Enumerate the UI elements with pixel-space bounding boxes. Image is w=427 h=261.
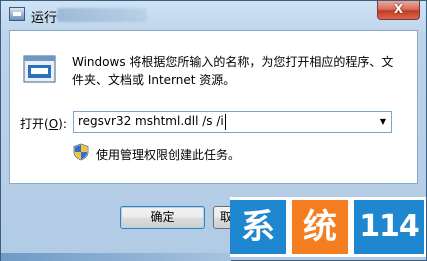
open-label-suffix: ): xyxy=(58,117,67,131)
open-label-prefix: 打开( xyxy=(20,117,49,131)
dialog-content-panel: Windows 将根据您所输入的名称，为您打开相应的程序、文件夹、文档或 Int… xyxy=(9,30,418,184)
run-dialog-window: 运行 X Windows 将根据您所输入的名称，为您打开相应的程序、文件夹、文档… xyxy=(0,0,427,261)
admin-privileges-note: 使用管理权限创建此任务。 xyxy=(96,148,241,162)
command-input[interactable]: regsvr32 mshtml.dll /s /i xyxy=(78,114,224,128)
dropdown-arrow-icon[interactable]: ▼ xyxy=(375,112,391,132)
text-caret xyxy=(225,114,226,130)
watermark-number: 114 xyxy=(354,200,424,254)
run-window-icon xyxy=(23,55,56,83)
dialog-description: Windows 将根据您所输入的名称，为您打开相应的程序、文件夹、文档或 Int… xyxy=(72,55,394,87)
watermark-char-1: 系 xyxy=(230,200,286,254)
close-button[interactable]: X xyxy=(377,1,420,20)
command-combobox[interactable]: regsvr32 mshtml.dll /s /i ▼ xyxy=(73,111,392,133)
watermark-char-2: 统 xyxy=(292,200,348,254)
background-strip xyxy=(1,253,231,261)
window-title: 运行 xyxy=(31,11,58,26)
uac-shield-icon xyxy=(73,143,89,161)
open-label-accelerator: O xyxy=(48,117,59,131)
blurred-title-area xyxy=(57,8,147,22)
open-label: 打开(O): xyxy=(20,115,67,132)
title-bar[interactable]: 运行 X xyxy=(1,1,426,29)
ok-button[interactable]: 确定 xyxy=(120,206,205,229)
run-dialog-icon xyxy=(9,7,25,21)
site-watermark-logo: 系 统 114 xyxy=(230,197,426,257)
